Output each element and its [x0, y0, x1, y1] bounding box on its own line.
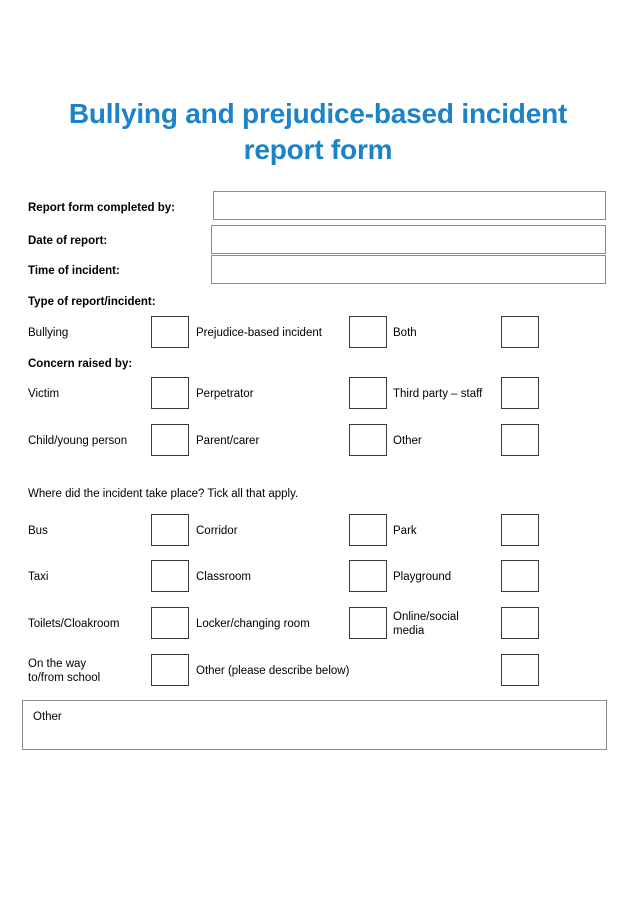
label-on-the-way-to-from-school: On the way to/from school [28, 658, 101, 684]
label-park: Park [393, 525, 417, 537]
label-perpetrator: Perpetrator [196, 388, 254, 400]
label-date-of-report: Date of report: [28, 235, 108, 247]
label-classroom: Classroom [196, 571, 251, 583]
label-victim: Victim [28, 388, 60, 400]
checkbox-locker-changing-room[interactable] [349, 607, 387, 639]
form-page: Bullying and prejudice-based incident re… [0, 0, 636, 900]
label-location-other-describe-below: Other (please describe below) [196, 665, 350, 677]
checkbox-parent-carer[interactable] [349, 424, 387, 456]
label-corridor: Corridor [196, 525, 238, 537]
checkbox-concern-other[interactable] [501, 424, 539, 456]
checkbox-location-other[interactable] [501, 654, 539, 686]
label-prejudice-based-incident: Prejudice-based incident [196, 327, 322, 339]
checkbox-playground[interactable] [501, 560, 539, 592]
checkbox-perpetrator[interactable] [349, 377, 387, 409]
label-parent-carer: Parent/carer [196, 435, 260, 447]
checkbox-prejudice-based-incident[interactable] [349, 316, 387, 348]
label-toilets-cloakroom: Toilets/Cloakroom [28, 618, 120, 630]
checkbox-victim[interactable] [151, 377, 189, 409]
page-title: Bullying and prejudice-based incident re… [28, 96, 608, 168]
checkbox-classroom[interactable] [349, 560, 387, 592]
label-report-form-completed-by: Report form completed by: [28, 202, 175, 214]
input-date-of-report[interactable] [211, 225, 606, 254]
checkbox-third-party-staff[interactable] [501, 377, 539, 409]
label-concern-other: Other [393, 435, 422, 447]
question-incident-location: Where did the incident take place? Tick … [28, 488, 299, 500]
checkbox-bus[interactable] [151, 514, 189, 546]
checkbox-both[interactable] [501, 316, 539, 348]
textarea-other-description[interactable]: Other [22, 700, 607, 750]
section-heading-concern-raised-by: Concern raised by: [28, 358, 133, 370]
label-playground: Playground [393, 571, 452, 583]
input-report-form-completed-by[interactable] [213, 191, 606, 220]
label-both: Both [393, 327, 417, 339]
checkbox-child-young-person[interactable] [151, 424, 189, 456]
label-time-of-incident: Time of incident: [28, 265, 120, 277]
checkbox-toilets-cloakroom[interactable] [151, 607, 189, 639]
page-title-line-2: report form [243, 134, 393, 165]
page-title-line-1: Bullying and prejudice-based incident [68, 98, 568, 129]
label-locker-changing-room: Locker/changing room [196, 618, 310, 630]
checkbox-online-social-media[interactable] [501, 607, 539, 639]
checkbox-bullying[interactable] [151, 316, 189, 348]
checkbox-on-the-way-to-from-school[interactable] [151, 654, 189, 686]
checkbox-park[interactable] [501, 514, 539, 546]
section-heading-type-of-report: Type of report/incident: [28, 296, 156, 308]
checkbox-corridor[interactable] [349, 514, 387, 546]
input-time-of-incident[interactable] [211, 255, 606, 284]
label-online-social-media: Online/social media [393, 611, 459, 637]
label-child-young-person: Child/young person [28, 435, 128, 447]
label-other-description: Other [33, 711, 62, 723]
label-taxi: Taxi [28, 571, 49, 583]
label-bus: Bus [28, 525, 48, 537]
label-third-party-staff: Third party – staff [393, 388, 483, 400]
checkbox-taxi[interactable] [151, 560, 189, 592]
label-bullying: Bullying [28, 327, 69, 339]
